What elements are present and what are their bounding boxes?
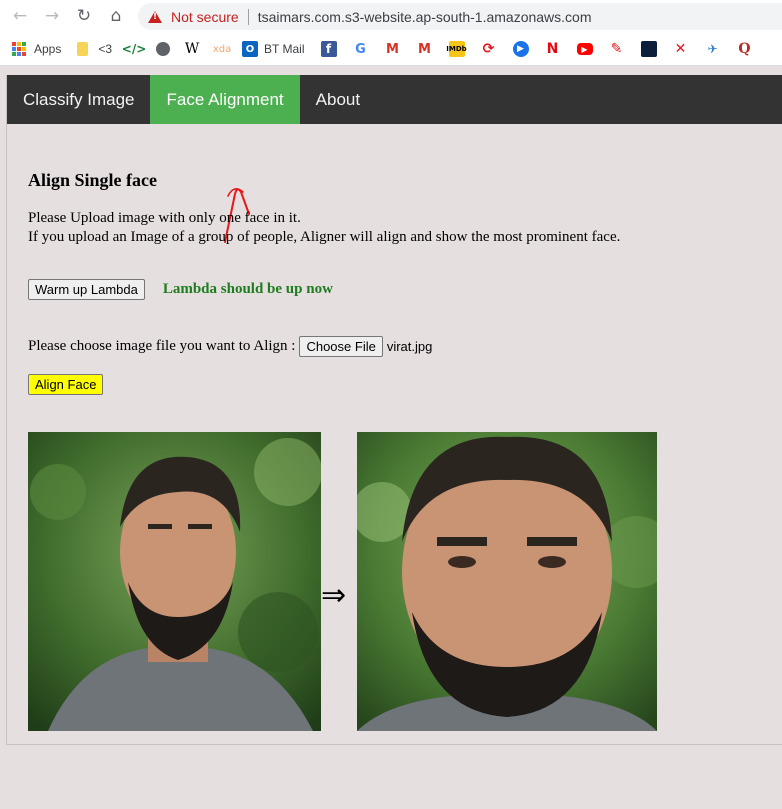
bookmark-facebook[interactable]: f bbox=[320, 38, 337, 60]
align-face-button[interactable]: Align Face bbox=[28, 374, 104, 395]
bookmark-netflix[interactable]: N bbox=[545, 38, 561, 60]
forward-arrow-icon[interactable]: → bbox=[40, 5, 64, 27]
bookmark-play[interactable]: ▶ bbox=[512, 38, 529, 60]
bookmark-dark[interactable] bbox=[640, 38, 657, 60]
bookmark-label: Apps bbox=[34, 42, 62, 56]
bird-icon: ✈ bbox=[707, 42, 718, 56]
security-label[interactable]: Not secure bbox=[171, 9, 239, 25]
outlook-icon: O bbox=[242, 41, 259, 57]
reload-icon[interactable]: ↻ bbox=[72, 5, 96, 27]
bookmark-xda[interactable]: xda bbox=[212, 38, 232, 60]
original-face-image bbox=[28, 432, 321, 731]
dark-square-icon bbox=[640, 41, 657, 57]
page-content: Classify Image Face Alignment About Alig… bbox=[6, 75, 782, 745]
tab-classify-image[interactable]: Classify Image bbox=[7, 75, 150, 124]
home-icon[interactable]: ⌂ bbox=[104, 5, 128, 27]
bookmark-label: <3 bbox=[98, 42, 113, 56]
aligned-face-image bbox=[357, 432, 657, 731]
youtube-icon: ▶ bbox=[576, 43, 593, 55]
apps-grid-icon bbox=[12, 42, 26, 56]
bookmark-quora[interactable]: Q bbox=[737, 38, 753, 60]
choose-file-button[interactable]: Choose File bbox=[299, 336, 383, 357]
red-swirl-icon: ⟳ bbox=[482, 41, 495, 57]
page-heading: Align Single face bbox=[28, 170, 157, 190]
gmail-icon: M bbox=[386, 41, 399, 57]
bookmark-note[interactable]: <3 bbox=[77, 38, 112, 60]
description-line: If you upload an Image of a group of peo… bbox=[28, 229, 621, 245]
bookmark-youtube[interactable]: ▶ bbox=[576, 38, 593, 60]
choose-file-prompt: Please choose image file you want to Ali… bbox=[28, 338, 296, 354]
quora-icon: Q bbox=[738, 41, 751, 57]
bookmark-wikipedia[interactable]: W bbox=[184, 38, 200, 60]
code-icon: </> bbox=[121, 42, 147, 56]
bookmark-code[interactable]: </> bbox=[121, 38, 147, 60]
back-arrow-icon[interactable]: ← bbox=[8, 5, 32, 27]
bookmark-imdb[interactable]: IMDb bbox=[446, 38, 467, 60]
warmup-row: Warm up Lambda Lambda should be up now bbox=[28, 279, 333, 300]
netflix-icon: N bbox=[546, 41, 559, 57]
bookmark-bird[interactable]: ✈ bbox=[705, 38, 721, 60]
bookmark-bt-mail[interactable]: O BT Mail bbox=[242, 38, 305, 60]
top-nav: Classify Image Face Alignment About bbox=[7, 75, 782, 124]
selected-file-name: virat.jpg bbox=[386, 339, 433, 354]
description-line: Please Upload image with only one face i… bbox=[28, 210, 301, 226]
tab-face-alignment[interactable]: Face Alignment bbox=[150, 75, 300, 124]
bookmark-apps[interactable]: Apps bbox=[12, 38, 61, 60]
bookmark-globe[interactable] bbox=[156, 38, 171, 60]
bookmark-gmail-2[interactable]: M bbox=[417, 38, 433, 60]
address-bar[interactable]: Not secure tsaimars.com.s3-website.ap-so… bbox=[138, 3, 782, 30]
facebook-icon: f bbox=[320, 41, 337, 57]
yellow-note-icon bbox=[77, 42, 89, 56]
play-circle-icon: ▶ bbox=[512, 41, 529, 57]
warm-up-lambda-button[interactable]: Warm up Lambda bbox=[28, 279, 145, 300]
browser-toolbar: ← → ↻ ⌂ Not secure tsaimars.com.s3-websi… bbox=[0, 0, 782, 33]
wikipedia-icon: W bbox=[184, 41, 200, 57]
bookmark-swirl[interactable]: ⟳ bbox=[481, 38, 497, 60]
lambda-status-text: Lambda should be up now bbox=[162, 281, 333, 297]
bookmarks-bar: Apps <3 </> W xda O BT Mail f G M M IMDb… bbox=[0, 35, 782, 63]
warning-icon bbox=[148, 10, 162, 23]
google-icon: G bbox=[355, 41, 366, 57]
imdb-icon: IMDb bbox=[446, 41, 467, 57]
tab-about[interactable]: About bbox=[300, 75, 376, 124]
bookmark-gmail[interactable]: M bbox=[385, 38, 401, 60]
xda-icon: xda bbox=[212, 43, 232, 55]
transform-arrow: ⇒ bbox=[321, 578, 347, 613]
description: Please Upload image with only one face i… bbox=[28, 209, 620, 247]
feather-icon: ✎ bbox=[610, 41, 623, 57]
file-chooser-row: Please choose image file you want to Ali… bbox=[28, 336, 432, 357]
gmail-icon: M bbox=[418, 41, 431, 57]
url-text[interactable]: tsaimars.com.s3-website.ap-south-1.amazo… bbox=[258, 9, 592, 25]
bookmark-google[interactable]: G bbox=[353, 38, 369, 60]
browser-chrome: ← → ↻ ⌂ Not secure tsaimars.com.s3-websi… bbox=[0, 0, 782, 66]
bookmark-feather[interactable]: ✎ bbox=[609, 38, 625, 60]
omnibox-divider bbox=[247, 8, 249, 25]
globe-icon bbox=[156, 42, 171, 56]
bookmark-x[interactable]: ✕ bbox=[673, 38, 689, 60]
bookmark-label: BT Mail bbox=[264, 42, 305, 56]
red-x-icon: ✕ bbox=[674, 41, 687, 57]
